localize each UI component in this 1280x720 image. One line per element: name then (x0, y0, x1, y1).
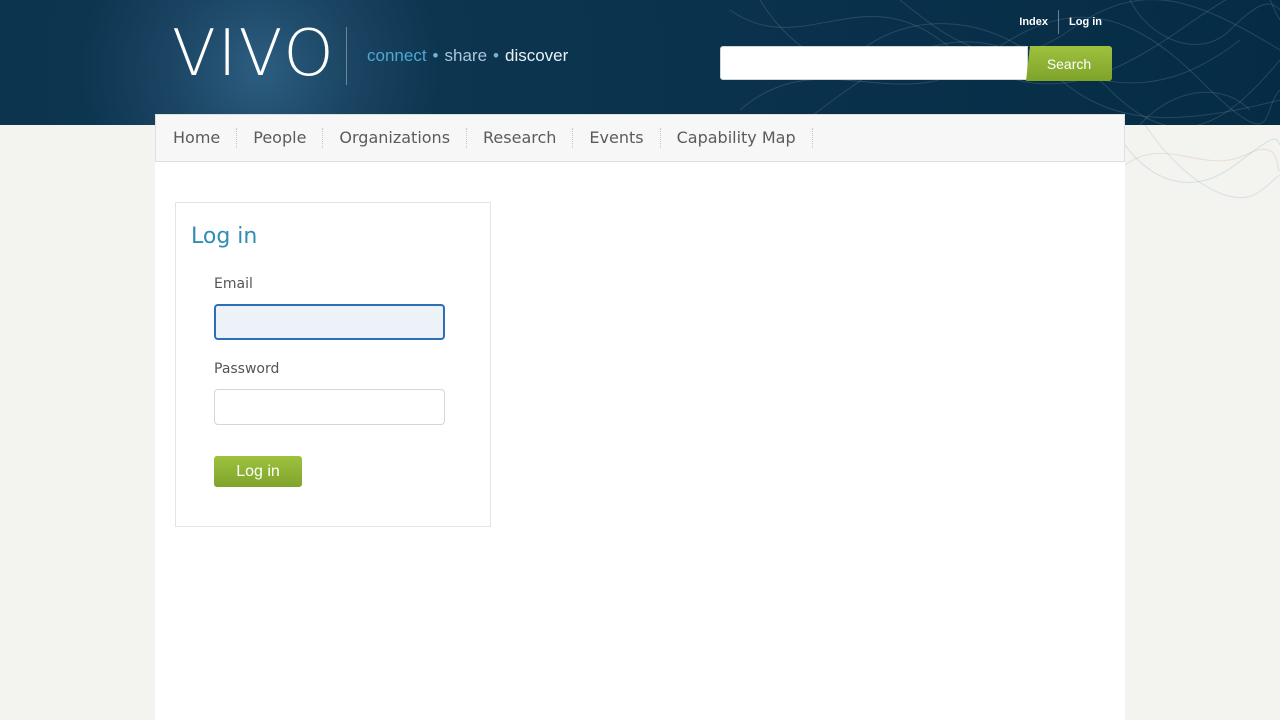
nav-item-research[interactable]: Research (467, 128, 574, 148)
login-submit-button[interactable]: Log in (214, 456, 302, 487)
nav-item-organizations[interactable]: Organizations (323, 128, 468, 148)
email-field[interactable] (214, 304, 445, 340)
tagline-separator: • (432, 46, 439, 65)
tagline-connect: connect (367, 46, 427, 65)
login-title: Log in (191, 224, 258, 249)
utility-links: Index Log in (1009, 10, 1112, 34)
search-button[interactable]: Search (1026, 46, 1112, 81)
tagline-separator: • (493, 46, 499, 65)
main-navigation: Home People Organizations Research Event… (155, 114, 1125, 162)
header-login-link[interactable]: Log in (1059, 11, 1112, 33)
tagline: connect • share • discover (367, 46, 568, 66)
background-swirl-decoration (1125, 125, 1280, 199)
nav-item-home[interactable]: Home (157, 128, 238, 148)
nav-item-capability-map[interactable]: Capability Map (661, 128, 813, 148)
tagline-discover: discover (504, 46, 569, 65)
logo-divider (345, 27, 347, 85)
nav-item-events[interactable]: Events (573, 128, 661, 148)
logo-text: VIVO (172, 17, 336, 91)
nav-item-people[interactable]: People (237, 128, 324, 148)
logo[interactable]: VIVO (172, 22, 347, 86)
tagline-share: share (444, 46, 488, 65)
index-link[interactable]: Index (1009, 11, 1058, 33)
password-label: Password (214, 361, 280, 377)
search-input[interactable] (720, 46, 1028, 80)
email-label: Email (214, 276, 253, 292)
password-field[interactable] (214, 389, 445, 425)
